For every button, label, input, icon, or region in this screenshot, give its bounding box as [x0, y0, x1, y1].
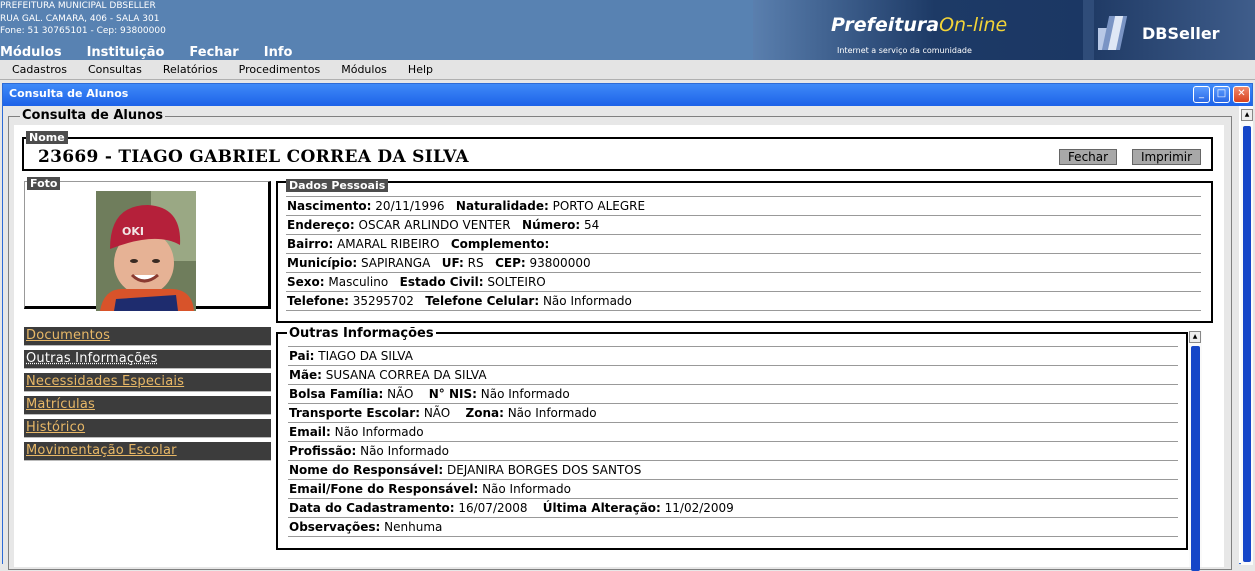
window-scrollbar[interactable]: ▲: [1241, 106, 1253, 565]
outras-informacoes-section: Pai: TIAGO DA SILVA Mãe: SUSANA CORREA D…: [276, 332, 1188, 550]
row-sexo: Sexo: Masculino Estado Civil: SOLTEIRO: [286, 273, 1201, 292]
maximize-button[interactable]: □: [1213, 86, 1230, 103]
consulta-window: Consulta de Alunos _ □ ✕ Consulta de Alu…: [2, 83, 1253, 564]
row-municipio: Município: SAPIRANGA UF: RS CEP: 9380000…: [286, 254, 1201, 273]
name-legend: Nome: [26, 131, 68, 144]
student-name: 23669 - TIAGO GABRIEL CORREA DA SILVA: [38, 147, 469, 167]
menu-procedimentos[interactable]: Procedimentos: [239, 63, 321, 76]
nav-historico[interactable]: Histórico: [24, 419, 271, 438]
svg-text:OKI: OKI: [122, 225, 144, 238]
photo-legend: Foto: [27, 177, 60, 190]
menu-modulos[interactable]: Módulos: [341, 63, 387, 76]
photo-section: Foto OKI: [24, 181, 271, 309]
row-pai: Pai: TIAGO DA SILVA: [288, 347, 1178, 366]
prefeitura-online-logo: PrefeituraOn-line: [831, 14, 1007, 36]
nav-outras-informacoes[interactable]: Outras Informações: [24, 350, 271, 369]
org-address: RUA GAL. CAMARA, 406 - SALA 301: [0, 13, 166, 26]
menu-bar: Cadastros Consultas Relatórios Procedime…: [0, 60, 1255, 80]
nav-historico-label[interactable]: Histórico: [26, 420, 85, 435]
banner: PrefeituraOn-line Internet a serviço da …: [753, 0, 1255, 60]
menu-relatorios[interactable]: Relatórios: [163, 63, 218, 76]
dbseller-logo: DBSeller: [1094, 0, 1255, 60]
consulta-legend: Consulta de Alunos: [20, 108, 165, 123]
menu-help[interactable]: Help: [408, 63, 433, 76]
banner-subtitle: Internet a serviço da comunidade: [837, 46, 972, 55]
row-transporte: Transporte Escolar: NÃO Zona: Não Inform…: [288, 404, 1178, 423]
row-cadastro: Data do Cadastramento: 16/07/2008 Última…: [288, 499, 1178, 518]
scroll-thumb[interactable]: [1191, 346, 1200, 571]
window-scroll-up-icon[interactable]: ▲: [1241, 109, 1253, 121]
top-menu-info[interactable]: Info: [264, 45, 293, 60]
name-section: Nome 23669 - TIAGO GABRIEL CORREA DA SIL…: [22, 137, 1213, 171]
student-photo: OKI: [96, 191, 196, 311]
top-menu-instituicao[interactable]: Instituição: [87, 45, 165, 60]
window-content: Consulta de Alunos Nome 23669 - TIAGO GA…: [3, 106, 1239, 565]
nav-matriculas[interactable]: Matrículas: [24, 396, 271, 415]
imprimir-button[interactable]: Imprimir: [1132, 149, 1201, 165]
row-nascimento: Nascimento: 20/11/1996 Naturalidade: POR…: [286, 197, 1201, 216]
row-email-responsavel: Email/Fone do Responsável: Não Informado: [288, 480, 1178, 499]
row-email: Email: Não Informado: [288, 423, 1178, 442]
app-header: PREFEITURA MUNICIPAL DBSELLER RUA GAL. C…: [0, 0, 1255, 60]
row-observacoes: Observações: Nenhuma: [288, 518, 1178, 537]
dados-pessoais-section: Dados Pessoais Nascimento: 20/11/1996 Na…: [276, 181, 1213, 323]
outras-scrollbar[interactable]: ▲: [1189, 331, 1202, 567]
org-name: PREFEITURA MUNICIPAL DBSELLER: [0, 0, 166, 13]
window-scroll-thumb[interactable]: [1243, 126, 1251, 562]
menu-consultas[interactable]: Consultas: [88, 63, 142, 76]
nav-necessidades-especiais[interactable]: Necessidades Especiais: [24, 373, 271, 392]
close-button[interactable]: ✕: [1233, 86, 1250, 103]
org-phone: Fone: 51 30765101 - Cep: 93800000: [0, 25, 166, 38]
row-responsavel: Nome do Responsável: DEJANIRA BORGES DOS…: [288, 461, 1178, 480]
dbseller-mark-icon: [1098, 12, 1134, 52]
outras-informacoes-legend: Outras Informações: [287, 326, 436, 341]
row-profissao: Profissão: Não Informado: [288, 442, 1178, 461]
dados-pessoais-table: Nascimento: 20/11/1996 Naturalidade: POR…: [286, 196, 1201, 311]
nav-necessidades-label[interactable]: Necessidades Especiais: [26, 374, 184, 389]
nav-outras-informacoes-label[interactable]: Outras Informações: [26, 351, 158, 366]
nav-movimentacao-label[interactable]: Movimentação Escolar: [26, 443, 177, 458]
organization-info: PREFEITURA MUNICIPAL DBSELLER RUA GAL. C…: [0, 0, 166, 38]
dados-pessoais-legend: Dados Pessoais: [286, 179, 388, 192]
row-endereco: Endereço: OSCAR ARLINDO VENTER Número: 5…: [286, 216, 1201, 235]
scroll-up-icon[interactable]: ▲: [1189, 331, 1201, 343]
row-telefone: Telefone: 35295702 Telefone Celular: Não…: [286, 292, 1201, 311]
menu-cadastros[interactable]: Cadastros: [12, 63, 67, 76]
top-menu-modulos[interactable]: Módulos: [0, 45, 62, 60]
row-bolsa: Bolsa Família: NÃO N° NIS: Não Informado: [288, 385, 1178, 404]
window-title: Consulta de Alunos: [3, 84, 1252, 106]
dbseller-text: DBSeller: [1142, 24, 1220, 43]
row-bairro: Bairro: AMARAL RIBEIRO Complemento:: [286, 235, 1201, 254]
outras-informacoes-table: Pai: TIAGO DA SILVA Mãe: SUSANA CORREA D…: [288, 346, 1178, 537]
top-menu-fechar[interactable]: Fechar: [189, 45, 238, 60]
minimize-button[interactable]: _: [1193, 86, 1210, 103]
nav-documentos[interactable]: Documentos: [24, 327, 271, 346]
row-mae: Mãe: SUSANA CORREA DA SILVA: [288, 366, 1178, 385]
nav-documentos-label[interactable]: Documentos: [26, 328, 110, 343]
student-panel: Nome 23669 - TIAGO GABRIEL CORREA DA SIL…: [14, 125, 1224, 567]
fechar-button[interactable]: Fechar: [1059, 149, 1117, 165]
nav-matriculas-label[interactable]: Matrículas: [26, 397, 95, 412]
nav-movimentacao-escolar[interactable]: Movimentação Escolar: [24, 442, 271, 461]
top-menu: Módulos Instituição Fechar Info: [0, 45, 317, 60]
